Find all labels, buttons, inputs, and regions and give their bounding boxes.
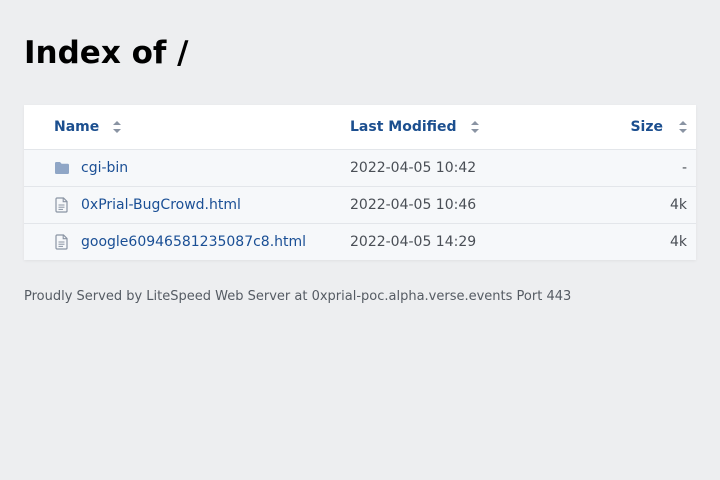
table-row: 0xPrial-BugCrowd.html 2022-04-05 10:46 4…: [24, 187, 696, 224]
entry-name-cell: google60946581235087c8.html: [54, 224, 306, 260]
page-title: Index of /: [24, 35, 189, 71]
last-modified-column-header[interactable]: Last Modified: [350, 105, 479, 149]
entry-link-cgi-bin[interactable]: cgi-bin: [81, 160, 128, 176]
name-column-header[interactable]: Name: [54, 105, 122, 149]
entry-link-bugcrowd[interactable]: 0xPrial-BugCrowd.html: [81, 197, 241, 213]
size-column-header[interactable]: Size: [630, 105, 687, 149]
entry-modified-date: 2022-04-05 14:29: [350, 234, 477, 250]
size-header-label[interactable]: Size: [630, 119, 663, 135]
entry-modified-date: 2022-04-05 10:42: [350, 160, 477, 176]
sort-icon[interactable]: [679, 121, 687, 133]
folder-icon: [54, 160, 70, 176]
file-icon: [54, 234, 70, 250]
entry-name-cell: 0xPrial-BugCrowd.html: [54, 187, 241, 223]
entry-modified-date: 2022-04-05 10:46: [350, 197, 477, 213]
entry-size: 4k: [669, 197, 687, 213]
entry-size: -: [681, 160, 687, 176]
entry-link-google-verification[interactable]: google60946581235087c8.html: [81, 234, 306, 250]
entry-size: 4k: [669, 234, 687, 250]
table-row: cgi-bin 2022-04-05 10:42 -: [24, 150, 696, 187]
table-row: google60946581235087c8.html 2022-04-05 1…: [24, 224, 696, 260]
table-header-row: Name Last Modified Size: [24, 105, 696, 150]
last-modified-header-label[interactable]: Last Modified: [350, 119, 457, 135]
sort-icon[interactable]: [113, 121, 122, 133]
name-header-label[interactable]: Name: [54, 119, 99, 135]
server-footer: Proudly Served by LiteSpeed Web Server a…: [24, 289, 572, 304]
directory-listing: Name Last Modified Size cgi-bin 2022-04-…: [24, 105, 696, 260]
sort-icon[interactable]: [470, 121, 479, 133]
entry-name-cell: cgi-bin: [54, 150, 128, 186]
file-icon: [54, 197, 70, 213]
